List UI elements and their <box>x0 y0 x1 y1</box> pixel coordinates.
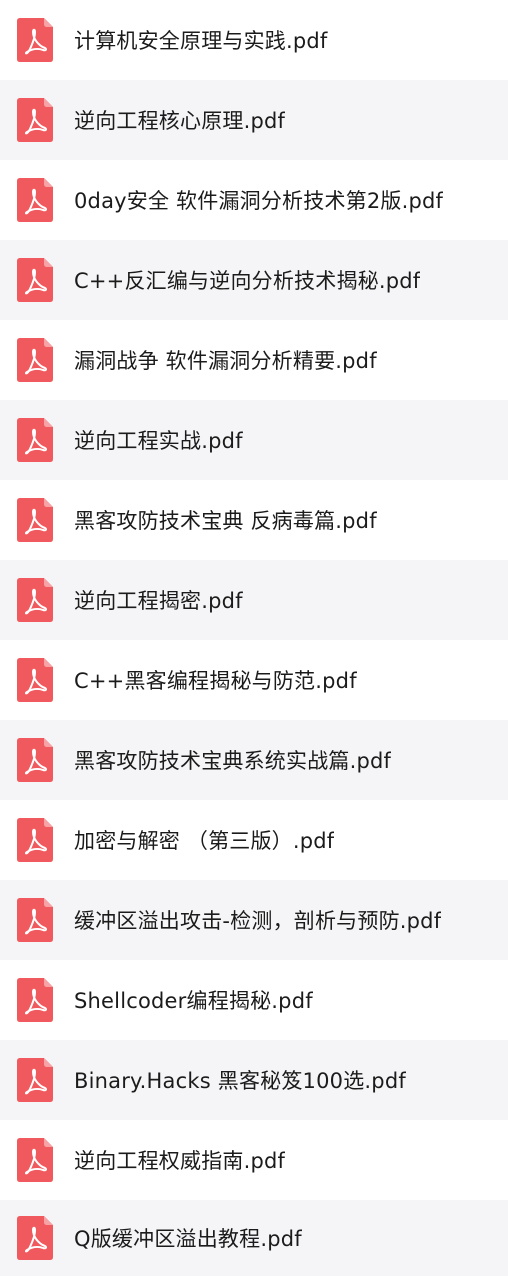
file-row[interactable]: 缓冲区溢出攻击-检测，剖析与预防.pdf <box>0 880 508 960</box>
file-row[interactable]: 计算机安全原理与实践.pdf <box>0 0 508 80</box>
pdf-file-icon <box>17 1216 53 1260</box>
file-name: Shellcoder编程揭秘.pdf <box>74 989 313 1013</box>
file-name: 逆向工程权威指南.pdf <box>74 1149 286 1173</box>
pdf-file-icon <box>17 18 53 62</box>
file-name: 逆向工程实战.pdf <box>74 429 243 453</box>
pdf-file-icon <box>17 258 53 302</box>
pdf-file-icon <box>17 738 53 782</box>
file-row[interactable]: 黑客攻防技术宝典 反病毒篇.pdf <box>0 480 508 560</box>
file-row[interactable]: Binary.Hacks 黑客秘笈100选.pdf <box>0 1040 508 1120</box>
file-row[interactable]: 逆向工程实战.pdf <box>0 400 508 480</box>
file-row[interactable]: 黑客攻防技术宝典系统实战篇.pdf <box>0 720 508 800</box>
pdf-file-icon <box>17 658 53 702</box>
pdf-file-icon <box>17 338 53 382</box>
file-row[interactable]: 逆向工程核心原理.pdf <box>0 80 508 160</box>
file-name: 黑客攻防技术宝典 反病毒篇.pdf <box>74 509 377 533</box>
file-name: C++反汇编与逆向分析技术揭秘.pdf <box>74 269 421 293</box>
pdf-file-icon <box>17 578 53 622</box>
file-list: 计算机安全原理与实践.pdf 逆向工程核心原理.pdf 0day安全 软件漏洞分… <box>0 0 508 1276</box>
pdf-file-icon <box>17 178 53 222</box>
pdf-file-icon <box>17 1058 53 1102</box>
file-row[interactable]: 加密与解密 （第三版）.pdf <box>0 800 508 880</box>
file-name: C++黑客编程揭秘与防范.pdf <box>74 669 357 693</box>
pdf-file-icon <box>17 818 53 862</box>
pdf-file-icon <box>17 98 53 142</box>
file-name: Q版缓冲区溢出教程.pdf <box>74 1227 302 1251</box>
file-row[interactable]: 逆向工程揭密.pdf <box>0 560 508 640</box>
file-row[interactable]: C++反汇编与逆向分析技术揭秘.pdf <box>0 240 508 320</box>
file-name: 漏洞战争 软件漏洞分析精要.pdf <box>74 349 377 373</box>
pdf-file-icon <box>17 978 53 1022</box>
file-name: 0day安全 软件漏洞分析技术第2版.pdf <box>74 189 444 213</box>
file-row[interactable]: 漏洞战争 软件漏洞分析精要.pdf <box>0 320 508 400</box>
file-name: Binary.Hacks 黑客秘笈100选.pdf <box>74 1069 406 1093</box>
file-row[interactable]: Q版缓冲区溢出教程.pdf <box>0 1200 508 1276</box>
pdf-file-icon <box>17 898 53 942</box>
file-row[interactable]: Shellcoder编程揭秘.pdf <box>0 960 508 1040</box>
file-row[interactable]: C++黑客编程揭秘与防范.pdf <box>0 640 508 720</box>
file-row[interactable]: 逆向工程权威指南.pdf <box>0 1120 508 1200</box>
pdf-file-icon <box>17 498 53 542</box>
file-name: 缓冲区溢出攻击-检测，剖析与预防.pdf <box>74 909 442 933</box>
file-name: 计算机安全原理与实践.pdf <box>74 29 328 53</box>
file-name: 逆向工程核心原理.pdf <box>74 109 286 133</box>
file-name: 黑客攻防技术宝典系统实战篇.pdf <box>74 749 392 773</box>
file-name: 加密与解密 （第三版）.pdf <box>74 829 335 853</box>
pdf-file-icon <box>17 1138 53 1182</box>
pdf-file-icon <box>17 418 53 462</box>
file-row[interactable]: 0day安全 软件漏洞分析技术第2版.pdf <box>0 160 508 240</box>
file-name: 逆向工程揭密.pdf <box>74 589 243 613</box>
